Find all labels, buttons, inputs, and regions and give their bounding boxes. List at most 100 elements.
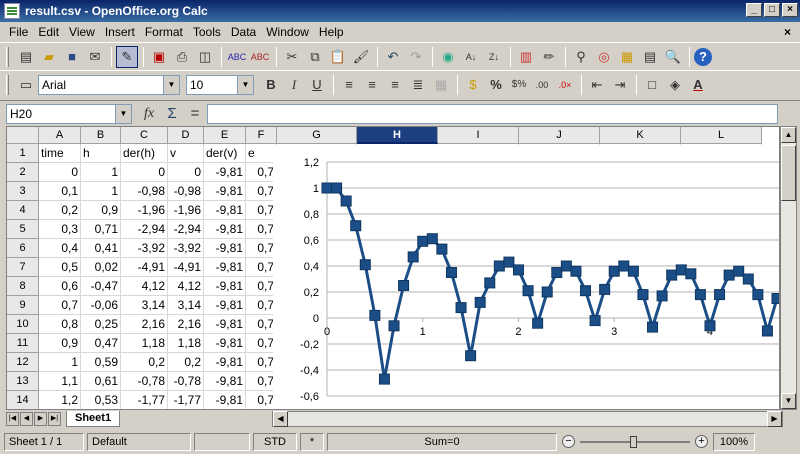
cell-b3[interactable]: 1 [81, 182, 121, 201]
row-header[interactable]: 6 [7, 239, 39, 258]
cell-a6[interactable]: 0,4 [39, 239, 81, 258]
cell-e9[interactable]: -9,81 [204, 296, 246, 315]
column-header-d[interactable]: D [168, 127, 204, 144]
cell-b9[interactable]: -0,06 [81, 296, 121, 315]
row-header[interactable]: 2 [7, 163, 39, 182]
cell-d10[interactable]: 2,16 [168, 315, 204, 334]
row-header[interactable]: 12 [7, 353, 39, 372]
zoom-icon[interactable]: 🔍 [662, 46, 684, 68]
column-header-i[interactable]: I [438, 127, 519, 144]
font-color-icon[interactable]: A [687, 74, 709, 96]
scroll-right-icon[interactable]: ▶ [767, 411, 782, 427]
standard-format-icon[interactable]: $% [508, 74, 530, 96]
cell-e13[interactable]: -9,81 [204, 372, 246, 391]
chevron-down-icon[interactable]: ▼ [115, 104, 131, 123]
percent-format-icon[interactable]: % [485, 74, 507, 96]
column-header-k[interactable]: K [600, 127, 681, 144]
row-header[interactable]: 4 [7, 201, 39, 220]
scroll-up-icon[interactable]: ▲ [781, 127, 796, 143]
menu-window[interactable]: Window [261, 25, 314, 39]
show-draw-functions-icon[interactable]: ✏ [538, 46, 560, 68]
redo-icon[interactable]: ↷ [405, 46, 427, 68]
cell-c1[interactable]: der(h) [121, 144, 168, 163]
cell-c4[interactable]: -1,96 [121, 201, 168, 220]
zoom-out-icon[interactable]: − [562, 435, 575, 448]
cell-b13[interactable]: 0,61 [81, 372, 121, 391]
font-size-combo[interactable]: 10 ▼ [186, 74, 254, 95]
cell-a10[interactable]: 0,8 [39, 315, 81, 334]
save-icon[interactable]: ■ [61, 46, 83, 68]
sort-ascending-icon[interactable]: A↓ [460, 46, 482, 68]
format-paintbrush-icon[interactable]: 🖌 [350, 46, 372, 68]
page-style[interactable]: Default [87, 433, 191, 451]
cell-a13[interactable]: 1,1 [39, 372, 81, 391]
menu-edit[interactable]: Edit [33, 25, 64, 39]
menu-help[interactable]: Help [314, 25, 349, 39]
toolbar-grip[interactable] [6, 46, 9, 67]
column-header-c[interactable]: C [121, 127, 168, 144]
cell-d13[interactable]: -0,78 [168, 372, 204, 391]
cell-b12[interactable]: 0,59 [81, 353, 121, 372]
align-right-icon[interactable]: ≡ [384, 74, 406, 96]
cell-c11[interactable]: 1,18 [121, 334, 168, 353]
align-center-icon[interactable]: ≡ [361, 74, 383, 96]
cell-d7[interactable]: -4,91 [168, 258, 204, 277]
row-header[interactable]: 13 [7, 372, 39, 391]
cell-d6[interactable]: -3,92 [168, 239, 204, 258]
cell-d4[interactable]: -1,96 [168, 201, 204, 220]
row-header[interactable]: 8 [7, 277, 39, 296]
cell-d11[interactable]: 1,18 [168, 334, 204, 353]
cell-c13[interactable]: -0,78 [121, 372, 168, 391]
cell-d9[interactable]: 3,14 [168, 296, 204, 315]
cell-c3[interactable]: -0,98 [121, 182, 168, 201]
zoom-in-icon[interactable]: + [695, 435, 708, 448]
increase-indent-icon[interactable]: ⇥ [609, 74, 631, 96]
maximize-button[interactable]: □ [764, 3, 780, 17]
cell-d3[interactable]: -0,98 [168, 182, 204, 201]
cell-d8[interactable]: 4,12 [168, 277, 204, 296]
cell-d12[interactable]: 0,2 [168, 353, 204, 372]
cell-b10[interactable]: 0,25 [81, 315, 121, 334]
column-header-h[interactable]: H [357, 127, 438, 144]
email-icon[interactable]: ✉ [84, 46, 106, 68]
selection-mode[interactable]: STD [253, 433, 297, 451]
row-header[interactable]: 1 [7, 144, 39, 163]
chevron-down-icon[interactable]: ▼ [237, 75, 253, 94]
row-header[interactable]: 11 [7, 334, 39, 353]
cell-e2[interactable]: -9,81 [204, 163, 246, 182]
cell-a8[interactable]: 0,6 [39, 277, 81, 296]
cell-e4[interactable]: -9,81 [204, 201, 246, 220]
font-name-combo[interactable]: Arial ▼ [38, 74, 180, 95]
cell-b6[interactable]: 0,41 [81, 239, 121, 258]
cell-a4[interactable]: 0,2 [39, 201, 81, 220]
menu-insert[interactable]: Insert [100, 25, 140, 39]
paste-icon[interactable]: 📋 [327, 46, 349, 68]
first-sheet-icon[interactable]: |◀ [6, 412, 19, 426]
delete-decimal-icon[interactable]: .0× [554, 74, 576, 96]
cell-b1[interactable]: h [81, 144, 121, 163]
cell-e14[interactable]: -9,81 [204, 391, 246, 409]
menu-file[interactable]: File [4, 25, 33, 39]
row-header[interactable]: 7 [7, 258, 39, 277]
cell-e11[interactable]: -9,81 [204, 334, 246, 353]
page-preview-icon[interactable]: ◫ [194, 46, 216, 68]
cell-b5[interactable]: 0,71 [81, 220, 121, 239]
hyperlink-icon[interactable]: ◉ [437, 46, 459, 68]
chevron-down-icon[interactable]: ▼ [163, 75, 179, 94]
styles-formatting-icon[interactable]: ▭ [15, 74, 37, 96]
zoom-slider[interactable]: − + [560, 433, 710, 451]
add-decimal-icon[interactable]: .00 [531, 74, 553, 96]
cell-a9[interactable]: 0,7 [39, 296, 81, 315]
cell-c2[interactable]: 0 [121, 163, 168, 182]
borders-icon[interactable]: □ [641, 74, 663, 96]
row-header[interactable]: 14 [7, 391, 39, 409]
cell-b14[interactable]: 0,53 [81, 391, 121, 409]
cell-d5[interactable]: -2,94 [168, 220, 204, 239]
cell-c9[interactable]: 3,14 [121, 296, 168, 315]
column-header-a[interactable]: A [39, 127, 81, 144]
cell-e5[interactable]: -9,81 [204, 220, 246, 239]
cell-e3[interactable]: -9,81 [204, 182, 246, 201]
navigator-icon[interactable]: ◎ [593, 46, 615, 68]
cell-a12[interactable]: 1 [39, 353, 81, 372]
column-header-j[interactable]: J [519, 127, 600, 144]
